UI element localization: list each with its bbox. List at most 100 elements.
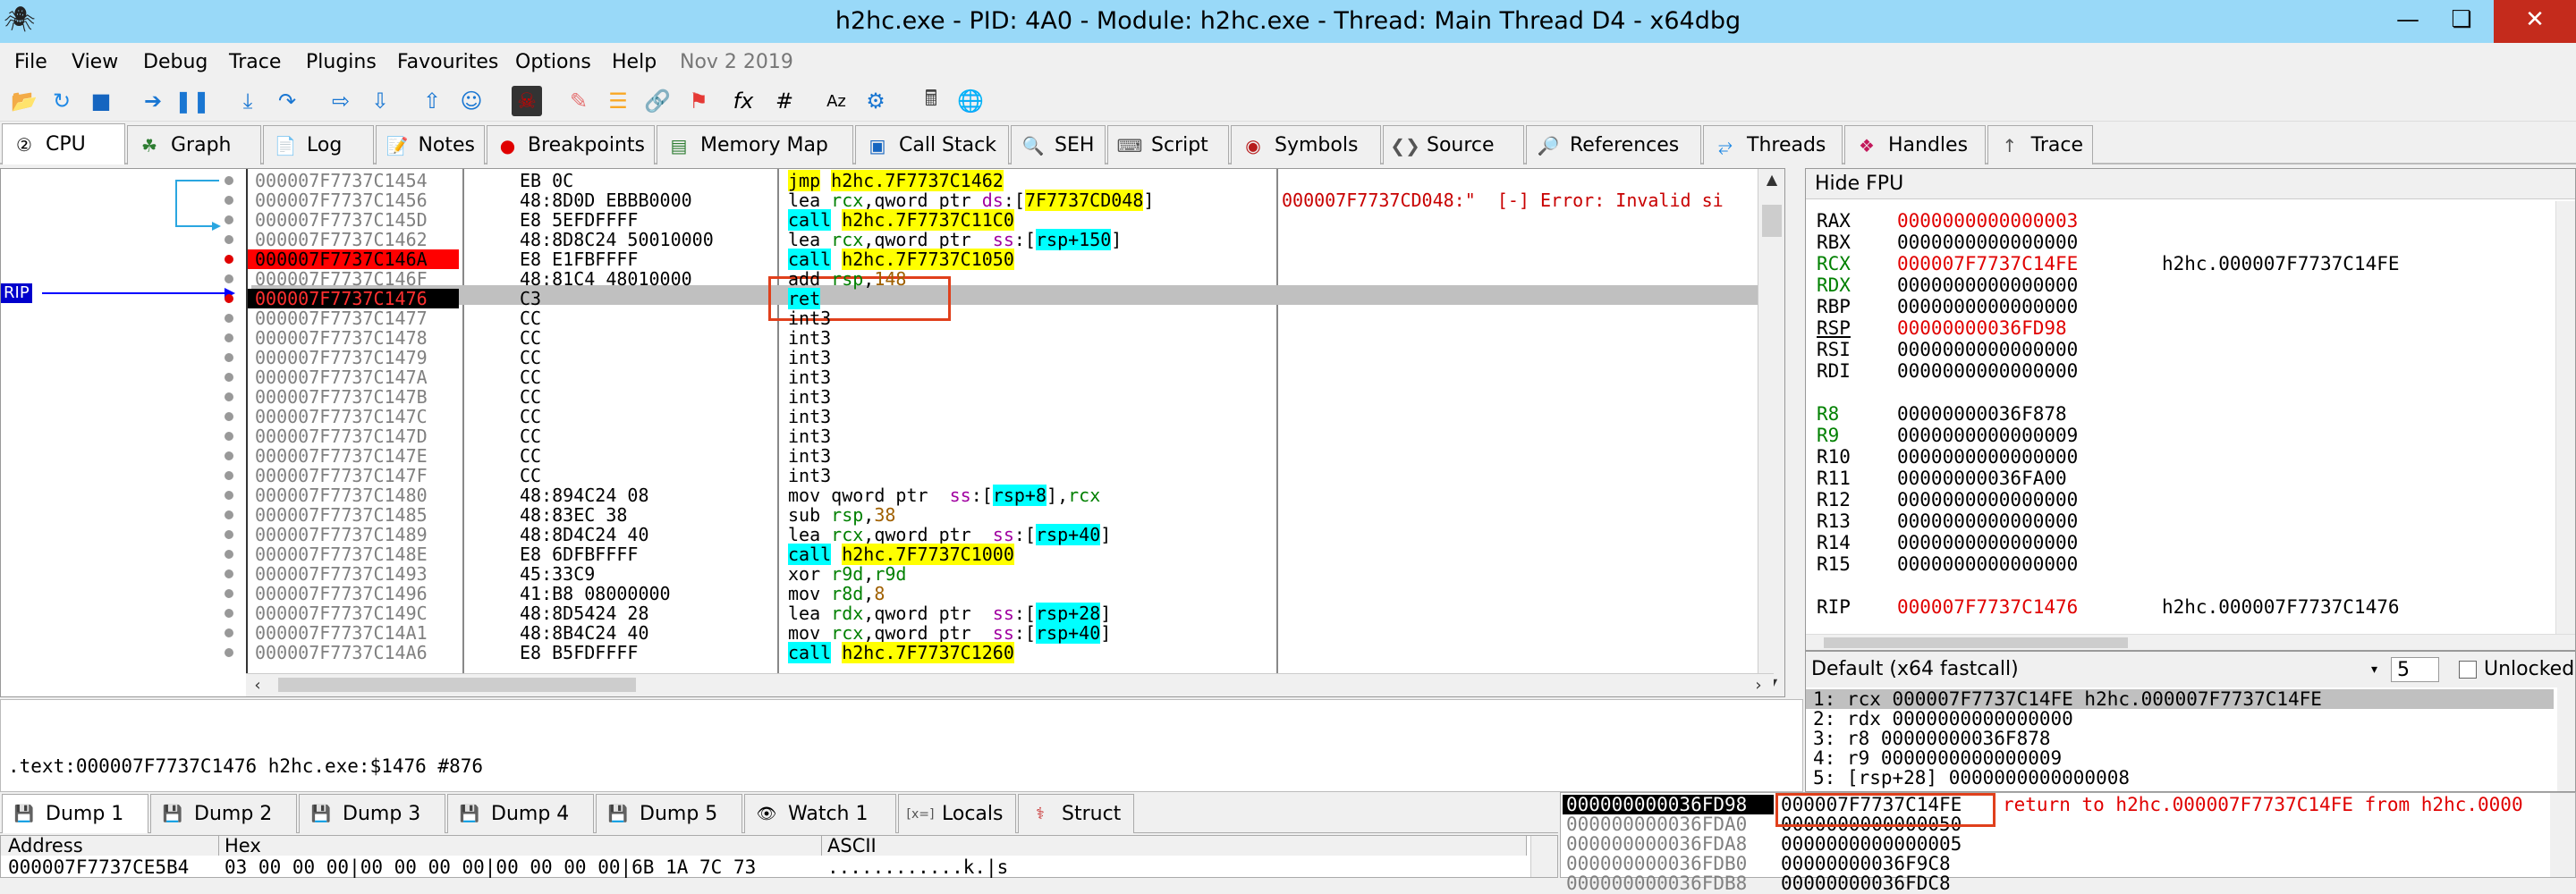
scroll-right-icon[interactable]: › bbox=[1747, 676, 1770, 696]
disasm-row[interactable]: 000007F7737C1478 CC int3 bbox=[248, 328, 1774, 348]
comments-icon[interactable]: ☰ bbox=[603, 86, 633, 116]
disasm-row[interactable]: 000007F7737C147E CC int3 bbox=[248, 446, 1774, 466]
tab-script[interactable]: ⌨ Script bbox=[1107, 125, 1229, 164]
disasm-row[interactable]: 000007F7737C1462 48:8D8C24 50010000 lea rc… bbox=[248, 229, 1774, 250]
disasm-row[interactable]: 000007F7737C148E E8 6DFBFFFF call h2hc.7F7… bbox=[248, 544, 1774, 565]
breakpoint-slot-icon[interactable] bbox=[225, 373, 233, 382]
breakpoint-icon[interactable] bbox=[225, 255, 233, 264]
stack-scrollbar[interactable] bbox=[2550, 793, 2575, 877]
disasm-row[interactable]: 000007F7737C146A E8 E1FBFFFF call h2hc.7F7… bbox=[248, 249, 1774, 270]
tab-cpu[interactable]: ② CPU bbox=[2, 123, 125, 164]
register-value[interactable]: 0000000000000000 bbox=[1897, 296, 2130, 317]
breakpoint-slot-icon[interactable] bbox=[225, 353, 233, 362]
step-into-icon[interactable]: ⤓ bbox=[233, 86, 263, 116]
menu-trace[interactable]: Trace bbox=[229, 43, 281, 82]
arg-count-spinner[interactable]: 5 bbox=[2391, 657, 2439, 682]
breakpoint-slot-icon[interactable] bbox=[225, 333, 233, 342]
calling-convention-select[interactable]: Default (x64 fastcall) bbox=[1811, 658, 2019, 680]
tab-graph[interactable]: ☘ Graph bbox=[127, 125, 261, 164]
argument-row[interactable]: 4: r9 0000000000000009 bbox=[1813, 748, 2062, 768]
disasm-row[interactable]: 000007F7737C145D E8 5EFDFFFF call h2hc.7F7… bbox=[248, 209, 1774, 231]
web-icon[interactable]: 🌐 bbox=[955, 86, 986, 116]
disasm-row[interactable]: 000007F7737C147D CC int3 bbox=[248, 426, 1774, 446]
font-icon[interactable]: Az bbox=[821, 86, 852, 116]
tab-threads[interactable]: ⥂ Threads bbox=[1703, 125, 1843, 164]
menu-view[interactable]: View bbox=[72, 43, 118, 82]
disasm-row[interactable]: 000007F7737C1456 48:8D0D EBBB0000 lea rcx,… bbox=[248, 190, 1774, 211]
register-value[interactable]: 00000000036FA00 bbox=[1897, 468, 2130, 489]
patch-icon[interactable]: ✎ bbox=[564, 86, 594, 116]
ascii-column-header[interactable]: ASCII bbox=[822, 836, 1527, 856]
tab-call-stack[interactable]: ▣ Call Stack bbox=[855, 125, 1009, 164]
tab-struct[interactable]: ⚕ Struct bbox=[1018, 794, 1134, 833]
hide-fpu-button[interactable]: Hide FPU bbox=[1806, 169, 2575, 199]
register-value[interactable]: 000007F7737C1476 bbox=[1897, 596, 2130, 618]
menu-options[interactable]: Options bbox=[515, 43, 591, 82]
stack-value[interactable]: 00000000036F9C8 bbox=[1781, 854, 1951, 873]
bookmarks-icon[interactable]: ⚑ bbox=[683, 86, 714, 116]
tab-references[interactable]: 🔎 References bbox=[1526, 125, 1701, 164]
functions-icon[interactable]: fx bbox=[728, 86, 758, 116]
stack-pane[interactable]: 000000000036FD98 000007F7737C14FE 00000000… bbox=[1560, 792, 2576, 893]
breakpoint-slot-icon[interactable] bbox=[225, 550, 233, 559]
chevron-down-icon[interactable]: ▾ bbox=[2371, 652, 2377, 687]
stack-value[interactable]: 00000000036FDC8 bbox=[1781, 873, 1951, 893]
register-value[interactable]: 00000000036F878 bbox=[1897, 403, 2130, 425]
breakpoint-slot-icon[interactable] bbox=[225, 432, 233, 441]
menu-help[interactable]: Help bbox=[612, 43, 657, 82]
register-value[interactable]: 0000000000000000 bbox=[1897, 360, 2130, 382]
breakpoint-slot-icon[interactable] bbox=[225, 235, 233, 244]
tab-dump-5[interactable]: 💾 Dump 5 bbox=[596, 794, 742, 833]
arguments-list[interactable]: 1: rcx 000007F7737C14FE h2hc.000007F7737… bbox=[1806, 687, 2557, 791]
disasm-row[interactable]: 000007F7737C1480 48:894C24 08 mov qword pt… bbox=[248, 485, 1774, 506]
address-column-header[interactable]: Address bbox=[1, 836, 219, 856]
dump-pane[interactable]: Address Hex ASCII 000007F7737CE5B4 03 00… bbox=[0, 835, 1558, 878]
breakpoint-slot-icon[interactable] bbox=[225, 471, 233, 480]
tab-dump-2[interactable]: 💾 Dump 2 bbox=[150, 794, 297, 833]
execute-till-return-icon[interactable]: ⇧ bbox=[417, 86, 447, 116]
calculator-icon[interactable]: 🖩 bbox=[916, 86, 946, 116]
stop-icon[interactable]: ■ bbox=[86, 86, 116, 116]
scylla-icon[interactable]: ☠ bbox=[512, 86, 542, 116]
restart-icon[interactable]: ↻ bbox=[47, 86, 77, 116]
register-value[interactable]: 0000000000000000 bbox=[1897, 489, 2130, 510]
labels-icon[interactable]: 🔗 bbox=[642, 86, 673, 116]
breakpoint-slot-icon[interactable] bbox=[225, 530, 233, 539]
open-icon[interactable]: 📂 bbox=[9, 86, 39, 116]
argument-row[interactable]: 2: rdx 0000000000000000 bbox=[1813, 709, 2073, 729]
breakpoint-slot-icon[interactable] bbox=[225, 569, 233, 578]
register-value[interactable]: 000007F7737C14FE bbox=[1897, 253, 2130, 274]
breakpoint-icon[interactable] bbox=[225, 294, 233, 303]
register-value[interactable]: 0000000000000000 bbox=[1897, 274, 2130, 296]
tab-handles[interactable]: ❖ Handles bbox=[1844, 125, 1986, 164]
menu-favourites[interactable]: Favourites bbox=[397, 43, 498, 82]
disassembly-hscrollbar[interactable]: ‹ › bbox=[246, 673, 1774, 696]
tab-locals[interactable]: [x=] Locals bbox=[898, 794, 1016, 833]
disasm-row[interactable]: 000007F7737C1493 45:33C9 xor r9d,r9d bbox=[248, 564, 1774, 584]
dump-scrollbar[interactable] bbox=[1530, 836, 1557, 877]
register-value[interactable]: 0000000000000009 bbox=[1897, 425, 2130, 446]
hash-icon[interactable]: # bbox=[769, 86, 800, 116]
registers-scrollbar[interactable] bbox=[2555, 201, 2575, 634]
pause-icon[interactable]: ❚❚ bbox=[174, 86, 210, 116]
tab-dump-1[interactable]: 💾 Dump 1 bbox=[2, 794, 148, 833]
breakpoint-slot-icon[interactable] bbox=[225, 274, 233, 283]
argument-row[interactable]: 5: [rsp+28] 0000000000000008 bbox=[1813, 768, 2130, 788]
register-value[interactable]: 0000000000000000 bbox=[1897, 446, 2130, 468]
register-value[interactable]: 00000000036FD98 bbox=[1897, 317, 2130, 339]
breakpoint-slot-icon[interactable] bbox=[225, 609, 233, 618]
disasm-row[interactable]: 000007F7737C147C CC int3 bbox=[248, 407, 1774, 426]
disasm-row[interactable]: 000007F7737C147F CC int3 bbox=[248, 466, 1774, 485]
tab-memory-map[interactable]: ▤ Memory Map bbox=[657, 125, 853, 164]
disasm-row[interactable]: 000007F7737C1485 48:83EC 38 sub rsp,38 bbox=[248, 505, 1774, 525]
breakpoint-slot-icon[interactable] bbox=[225, 196, 233, 205]
tab-symbols[interactable]: ◉ Symbols bbox=[1231, 125, 1381, 164]
tab-dump-3[interactable]: 💾 Dump 3 bbox=[299, 794, 445, 833]
breakpoint-slot-icon[interactable] bbox=[225, 215, 233, 224]
disasm-row[interactable]: 000007F7737C146F 48:81C4 48010000 add rsp,… bbox=[248, 269, 1774, 289]
register-value[interactable]: 0000000000000000 bbox=[1897, 510, 2130, 532]
disasm-row[interactable]: 000007F7737C1477 CC int3 bbox=[248, 308, 1774, 328]
breakpoint-slot-icon[interactable] bbox=[225, 392, 233, 401]
register-value[interactable]: 0000000000000000 bbox=[1897, 532, 2130, 553]
menu-debug[interactable]: Debug bbox=[143, 43, 208, 82]
